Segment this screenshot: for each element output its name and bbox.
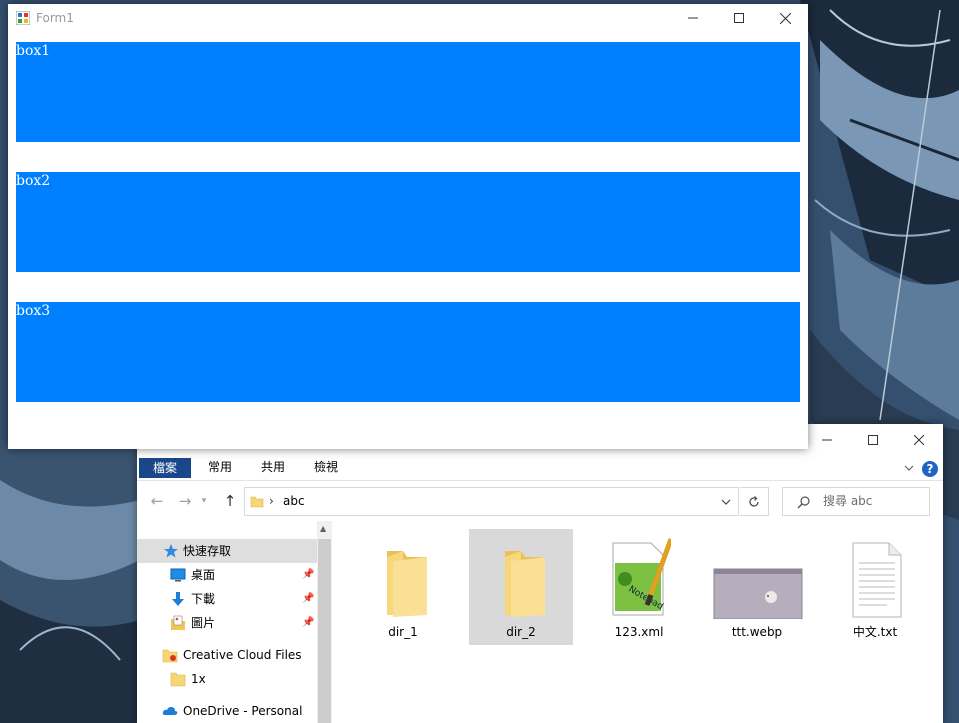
forward-button[interactable]: → — [175, 491, 195, 511]
box-label: box2 — [16, 173, 51, 189]
refresh-icon — [749, 495, 759, 507]
scrollbar-thumb[interactable] — [318, 539, 331, 723]
minimize-button[interactable] — [670, 4, 716, 32]
download-icon — [172, 592, 184, 606]
file-item-123-xml[interactable]: Notepad 123.xml — [587, 529, 691, 645]
arrow-left-icon: ← — [150, 492, 164, 510]
tab-file[interactable]: 檔案 — [139, 458, 191, 478]
window-title: Form1 — [36, 11, 74, 25]
maximize-button[interactable] — [850, 424, 896, 456]
file-explorer-window: 檔案 常用 共用 檢視 ? ← → ▾ ↑ › abc 搜尋 abc 快速存取 — [137, 424, 943, 723]
chevron-down-icon — [721, 499, 731, 505]
star-icon — [164, 544, 178, 558]
box-label: box3 — [16, 303, 51, 319]
pin-icon: 📌 — [302, 617, 315, 628]
navigation-pane: 快速存取 桌面 📌 下載 📌 圖片 📌 Creative Cloud Files… — [137, 521, 332, 723]
file-list: dir_1 dir_2 Notepad 123.xml ttt.webp 中文.… — [332, 521, 943, 723]
text-file-icon — [852, 542, 902, 618]
nav-item-label: OneDrive - Personal — [183, 704, 303, 718]
nav-pane-scrollbar[interactable]: ▲ — [317, 521, 332, 723]
maximize-button[interactable] — [716, 4, 762, 32]
close-icon — [914, 435, 924, 445]
file-name: dir_1 — [388, 625, 418, 639]
ribbon-tabs: 檔案 常用 共用 檢視 ? — [137, 456, 943, 481]
up-button[interactable]: ↑ — [220, 491, 240, 511]
file-item-txt[interactable]: 中文.txt — [823, 529, 927, 645]
search-icon — [797, 496, 810, 509]
search-box[interactable]: 搜尋 abc — [782, 487, 930, 516]
nav-item-onedrive[interactable]: OneDrive - Personal — [137, 699, 317, 723]
maximize-icon — [734, 13, 744, 23]
file-item-ttt-webp[interactable]: ttt.webp — [705, 529, 809, 645]
box-label: box1 — [16, 43, 51, 59]
recent-locations-button[interactable]: ▾ — [199, 491, 209, 511]
nav-item-label: Creative Cloud Files — [183, 648, 302, 662]
onedrive-icon — [162, 707, 178, 715]
folder-icon — [170, 672, 186, 687]
nav-item-label: 圖片 — [191, 616, 216, 630]
minimize-icon — [822, 439, 832, 441]
nav-item-desktop[interactable]: 桌面 📌 — [137, 563, 317, 587]
nav-item-1x[interactable]: 1x — [137, 667, 317, 691]
notepadpp-icon: Notepad — [612, 538, 671, 616]
help-icon[interactable]: ? — [922, 461, 938, 477]
image-thumbnail-icon — [713, 568, 803, 619]
close-icon — [779, 12, 791, 24]
nav-item-label: 1x — [191, 672, 206, 686]
close-button[interactable] — [896, 424, 942, 456]
box1-panel: box1 — [16, 42, 800, 142]
file-name: dir_2 — [506, 625, 536, 639]
app-icon — [16, 11, 30, 25]
file-item-dir_2[interactable]: dir_2 — [469, 529, 573, 645]
folder-icon — [250, 496, 264, 508]
creative-cloud-icon — [162, 649, 178, 663]
form1-window: Form1 box1 box2 box3 — [8, 4, 808, 449]
chevron-down-icon: ▾ — [201, 496, 207, 506]
address-path[interactable]: abc — [283, 488, 305, 515]
nav-item-creative-cloud[interactable]: Creative Cloud Files — [137, 643, 317, 667]
navigation-bar: ← → ▾ ↑ › abc 搜尋 abc — [137, 481, 943, 521]
address-dropdown-button[interactable] — [713, 487, 739, 516]
pictures-icon — [171, 615, 185, 630]
nav-item-label: 下載 — [191, 592, 216, 606]
search-placeholder: 搜尋 abc — [823, 494, 873, 508]
file-item-dir_1[interactable]: dir_1 — [351, 529, 455, 645]
nav-item-label: 快速存取 — [183, 544, 232, 558]
box3-panel: box3 — [16, 302, 800, 402]
folder-icon — [505, 551, 545, 617]
back-button[interactable]: ← — [147, 491, 167, 511]
close-button[interactable] — [762, 4, 808, 32]
nav-item-quick-access[interactable]: 快速存取 — [137, 539, 317, 563]
ribbon-expand-icon[interactable] — [903, 462, 915, 474]
form1-titlebar[interactable]: Form1 — [8, 4, 808, 32]
tab-share[interactable]: 共用 — [248, 456, 298, 478]
minimize-button[interactable] — [804, 424, 850, 456]
box2-panel: box2 — [16, 172, 800, 272]
maximize-icon — [868, 435, 878, 445]
nav-item-label: 桌面 — [191, 568, 216, 582]
folder-icon — [387, 551, 427, 617]
file-name: 123.xml — [614, 625, 664, 639]
breadcrumb-separator-icon: › — [269, 494, 274, 508]
pin-icon: 📌 — [302, 593, 315, 604]
scroll-up-icon[interactable]: ▲ — [320, 524, 326, 533]
pin-icon: 📌 — [302, 569, 315, 580]
tab-view[interactable]: 檢視 — [301, 456, 351, 478]
file-name: 中文.txt — [852, 625, 898, 639]
minimize-icon — [688, 17, 698, 19]
nav-item-pictures[interactable]: 圖片 📌 — [137, 611, 317, 635]
file-name: ttt.webp — [731, 625, 783, 639]
address-bar[interactable]: › abc — [244, 487, 739, 516]
nav-item-downloads[interactable]: 下載 📌 — [137, 587, 317, 611]
arrow-right-icon: → — [178, 492, 192, 510]
desktop-icon — [170, 568, 186, 582]
arrow-up-icon: ↑ — [223, 492, 237, 510]
tab-home[interactable]: 常用 — [195, 456, 245, 478]
refresh-button[interactable] — [740, 487, 769, 516]
